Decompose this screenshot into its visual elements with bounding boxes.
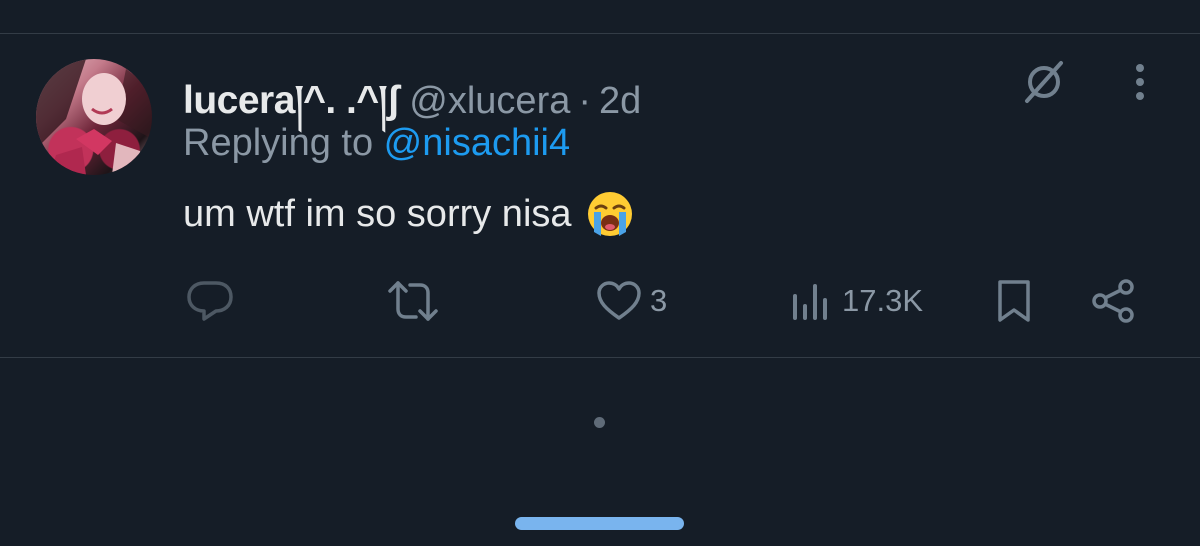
tweet-text: um wtf im so sorry nisa — [183, 192, 572, 235]
views-count: 17.3K — [842, 283, 924, 318]
like-count: 3 — [650, 283, 668, 318]
loudly-crying-face-emoji — [586, 190, 634, 238]
top-divider — [0, 33, 1200, 34]
home-indicator[interactable] — [515, 517, 684, 530]
replying-prefix: Replying to — [183, 122, 384, 164]
bottom-divider — [0, 357, 1200, 358]
replying-to: Replying to @nisachii4 — [183, 122, 570, 165]
bookmark-button[interactable] — [994, 276, 1034, 326]
reply-button[interactable] — [186, 276, 234, 326]
user-handle[interactable]: @xlucera — [409, 80, 570, 123]
views-icon — [793, 284, 827, 320]
timestamp[interactable]: 2d — [599, 80, 641, 123]
heart-icon — [597, 281, 641, 320]
reply-icon — [187, 281, 233, 321]
like-button[interactable]: 3 — [596, 276, 667, 326]
views-button[interactable]: 17.3K — [790, 276, 923, 326]
tweet-header: lucera།^. .^།ʃ @xlucera · 2d — [183, 56, 641, 122]
avatar[interactable] — [36, 59, 152, 175]
grok-icon[interactable] — [1016, 54, 1072, 110]
more-options-icon[interactable] — [1120, 58, 1160, 106]
share-icon — [1092, 279, 1134, 323]
retweet-button[interactable] — [386, 276, 440, 326]
bookmark-icon — [998, 280, 1030, 322]
avatar-image — [36, 59, 152, 175]
share-button[interactable] — [1090, 276, 1136, 326]
page-indicator-dot — [594, 417, 605, 428]
separator-dot: · — [578, 80, 592, 122]
tweet-body: um wtf im so sorry nisa — [183, 190, 634, 238]
retweet-icon — [388, 281, 438, 321]
replying-mention-link[interactable]: @nisachii4 — [384, 122, 570, 164]
